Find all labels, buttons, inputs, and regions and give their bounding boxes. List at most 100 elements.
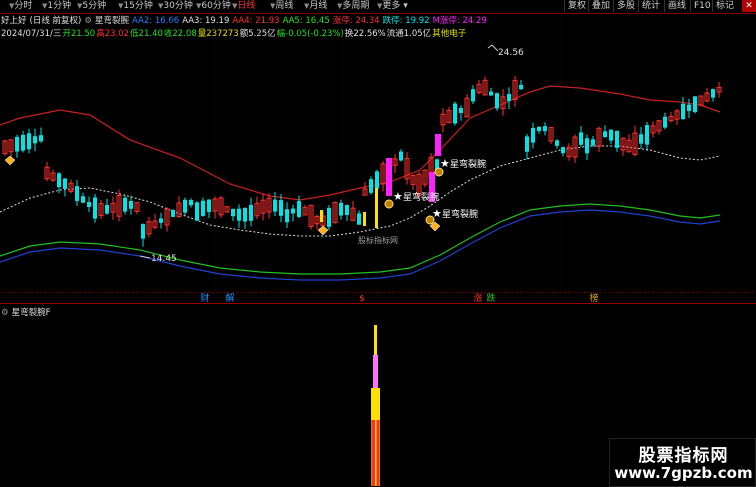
candle-body-down — [237, 208, 241, 221]
candle-body-up — [410, 174, 416, 185]
sub-signal-bar-base — [371, 420, 380, 486]
candle-body-down — [687, 104, 691, 112]
toolbar-button-4[interactable]: 画线 — [664, 0, 689, 12]
candle-body-down — [249, 204, 253, 221]
period-tab-5[interactable]: ▼60分钟 — [196, 0, 231, 13]
candle-body-up — [596, 127, 602, 147]
candle-body-down — [369, 179, 373, 193]
candle-body-down — [87, 202, 91, 207]
period-tab-9[interactable]: ▼多周期 — [337, 0, 369, 13]
candle-body-down — [327, 207, 331, 227]
sub-signal-bar-yellow — [371, 388, 380, 420]
close-value: 收22.08 — [163, 29, 197, 39]
candle-body-up — [572, 136, 578, 158]
high-price-label: 24.56 — [498, 48, 524, 58]
indicator-gear-icon[interactable]: ⚙ — [84, 16, 92, 26]
star-signal-icon: ★ — [432, 207, 442, 220]
candle-body-down — [591, 139, 595, 146]
indicator-name[interactable]: 星弯裂腕 — [95, 16, 129, 26]
sub-signal-bar-magenta — [373, 355, 378, 388]
candle-body-down — [345, 205, 349, 215]
period-tab-6[interactable]: ▼日线 — [232, 0, 255, 13]
aa5-value: AA5: 16.45 — [282, 16, 330, 26]
period-tab-1[interactable]: ▼1分钟 — [42, 0, 71, 13]
toolbar-button-3[interactable]: 统计 — [638, 0, 663, 12]
candle-body-up — [650, 125, 656, 134]
candle-body-up — [8, 139, 14, 153]
candle-body-down — [645, 125, 649, 145]
period-tab-7[interactable]: ▼周线 — [270, 0, 293, 13]
candle-body-up — [482, 79, 488, 96]
period-tab-label: 月线 — [309, 1, 328, 11]
indicator-info-line: 好上好 (日线 前复权) ⚙ 星弯裂腕 AA2: 16.66 AA3: 19.19 AA4:… — [1, 15, 490, 27]
candle-body-up — [464, 97, 470, 118]
toolbar-button-6[interactable]: 标记 — [712, 0, 737, 12]
toolbar-button-2[interactable]: 多股 — [613, 0, 638, 12]
signal-bar-yellow-3 — [363, 212, 366, 226]
candle-body-up — [314, 215, 320, 225]
aa4-value: AA4: 21.93 — [232, 16, 280, 26]
stock-name[interactable]: 好上好 — [1, 16, 27, 26]
period-tab-4[interactable]: ▼30分钟 — [158, 0, 193, 13]
candle-body-up — [44, 166, 50, 180]
candle-body-up — [332, 201, 338, 223]
candle-body-down — [435, 159, 439, 175]
candle-body-down — [195, 202, 199, 221]
mid-dashed-line — [0, 145, 721, 237]
candle-body-up — [308, 204, 314, 228]
low-pointer — [139, 255, 151, 259]
sub-panel-indicator-name[interactable]: 星弯裂腕F — [12, 308, 51, 318]
period-tab-label: 5分钟 — [82, 1, 107, 11]
candle-body-down — [489, 91, 493, 96]
candle-body-up — [116, 195, 122, 217]
period-tab-label: 更多 ▾ — [382, 1, 408, 11]
upper-band-line — [0, 85, 721, 201]
star-signal-icon: ★ — [393, 190, 403, 203]
candle-body-up — [212, 198, 218, 212]
toolbar-button-0[interactable]: 复权 — [564, 0, 589, 12]
candle-body-up — [224, 206, 230, 213]
lower-band-green-line — [0, 203, 721, 275]
candle-body-up — [152, 220, 158, 228]
chart-mode: (日线 前复权) — [29, 16, 82, 26]
candle-body-up — [350, 207, 356, 221]
period-tab-3[interactable]: ▼15分钟 — [118, 0, 153, 13]
candle-body-up — [716, 87, 722, 93]
sub-panel-gear-icon[interactable]: ⚙ — [1, 308, 9, 318]
candle-body-down — [339, 202, 343, 216]
watermark-url: www.7gpzb.com — [614, 464, 753, 482]
close-icon[interactable]: ✕ — [742, 0, 756, 12]
sector-value[interactable]: 其他电子 — [432, 29, 466, 39]
period-tab-2[interactable]: ▼5分钟 — [77, 0, 106, 13]
period-tab-10[interactable]: ▼更多 ▾ — [377, 0, 408, 13]
period-tab-8[interactable]: ▼月线 — [304, 0, 327, 13]
candle-body-down — [693, 96, 697, 113]
candle-body-up — [362, 188, 368, 196]
event-marker-3: 涨 — [473, 293, 482, 304]
aa2-value: AA2: 16.66 — [132, 16, 180, 26]
signal-bar-magenta-3 — [435, 134, 441, 156]
candle-body-down — [387, 158, 391, 178]
candle-body-up — [422, 169, 428, 185]
star-signal-icon: ★ — [440, 157, 450, 170]
candle-body-up — [500, 96, 506, 110]
candle-body-up — [566, 146, 572, 158]
candle-body-up — [98, 203, 104, 216]
period-tab-label: 多周期 — [342, 1, 370, 11]
period-tab-0[interactable]: ▼分时 — [9, 0, 32, 13]
candle-body-down — [81, 196, 85, 203]
candle-body-down — [183, 199, 187, 213]
kline-chart[interactable]: ★ 星弯裂腕★ 星弯裂腕★ 星弯裂腕24.5614.45股标指标网财解 $ 涨跌榜 — [0, 0, 756, 487]
candle-body-up — [446, 109, 452, 124]
zhangting-value: 涨停: 24.34 — [332, 16, 380, 26]
volume-value: 量237273 — [197, 29, 239, 39]
toolbar-button-5[interactable]: F10 — [690, 0, 714, 12]
float-value: 流通1.05亿 — [386, 29, 432, 39]
candle-body-up — [620, 137, 626, 151]
low-value: 低21.40 — [130, 29, 163, 39]
candle-body-up — [392, 158, 398, 166]
period-tab-label: 15分钟 — [123, 1, 153, 11]
candle-body-down — [399, 151, 403, 161]
signal-bar-magenta-1 — [386, 158, 392, 196]
toolbar-button-1[interactable]: 叠加 — [588, 0, 613, 12]
